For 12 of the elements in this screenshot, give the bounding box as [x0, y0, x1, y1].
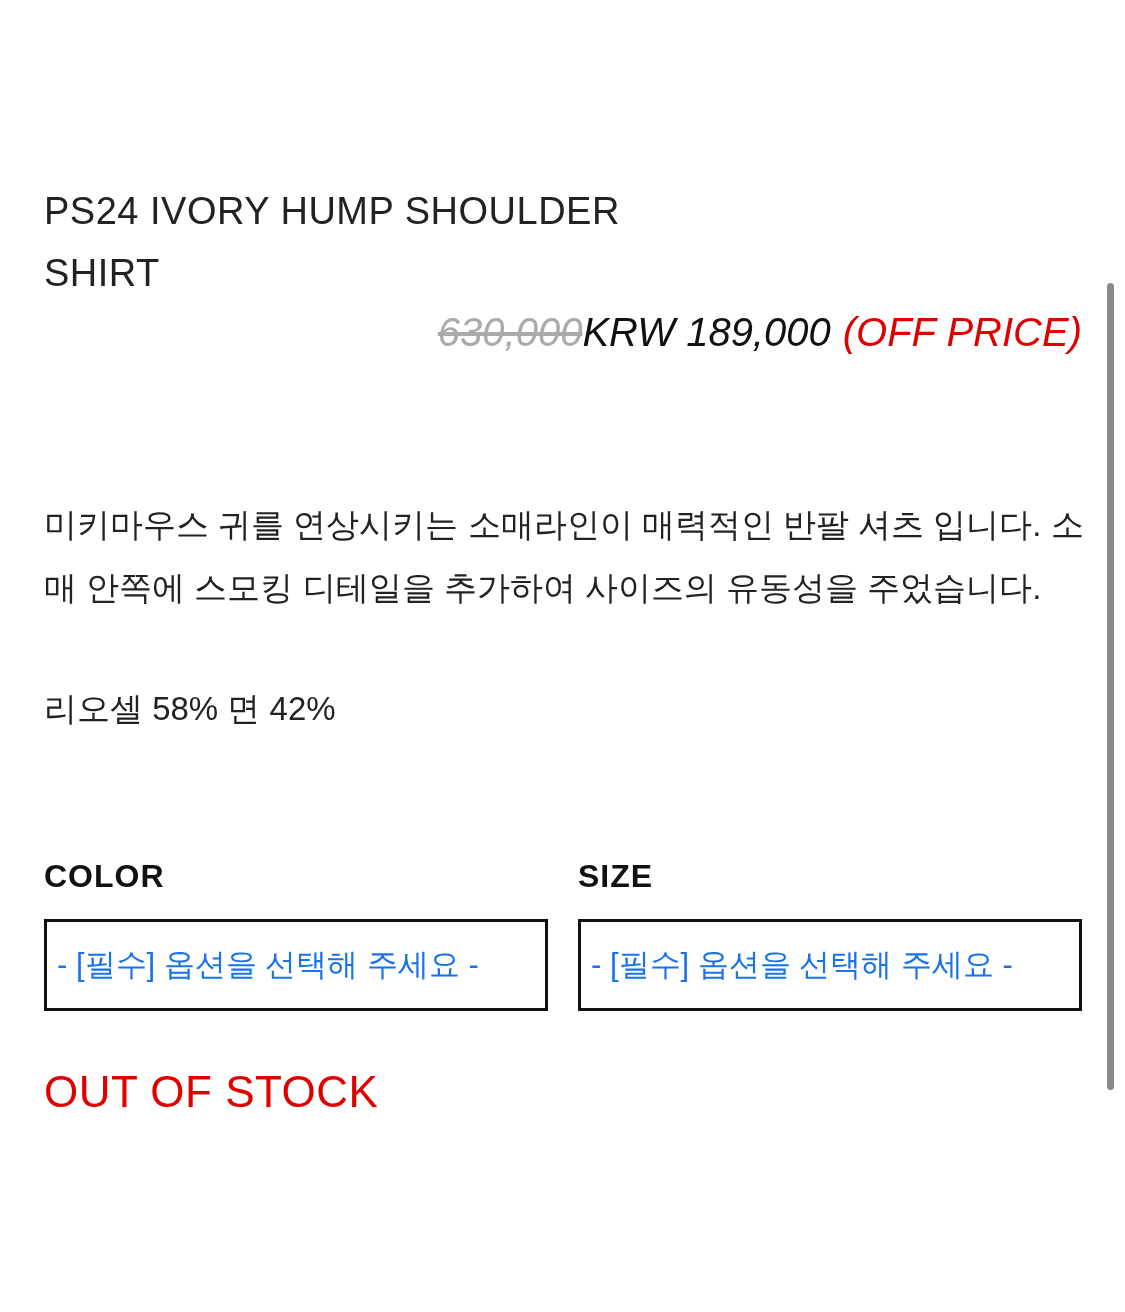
- product-description: 미키마우스 귀를 연상시키는 소매라인이 매력적인 반팔 셔츠 입니다. 소매 안쪽에 스모킹 디테일을 추가하여 사이즈의 유동성을 주었습니다.: [44, 505, 1084, 608]
- option-select[interactable]: - [필수] 옵션을 선택해 주세요 -: [44, 919, 548, 1011]
- sale-price: KRW 189,000: [582, 310, 831, 355]
- scrollbar-thumb[interactable]: [1107, 283, 1114, 1090]
- product-title: PS24 IVORY HUMP SHOULDER SHIRT: [44, 189, 621, 296]
- stock-status: OUT OF STOCK: [44, 1067, 380, 1117]
- price-note: (OFF PRICE): [842, 310, 1082, 355]
- option-select[interactable]: - [필수] 옵션을 선택해 주세요 -: [578, 919, 1082, 1011]
- option-label: SIZE: [578, 858, 655, 895]
- material-text: 리오셀 58% 면 42%: [44, 689, 337, 729]
- option-label: COLOR: [44, 858, 166, 895]
- original-price: 630,000: [437, 310, 583, 355]
